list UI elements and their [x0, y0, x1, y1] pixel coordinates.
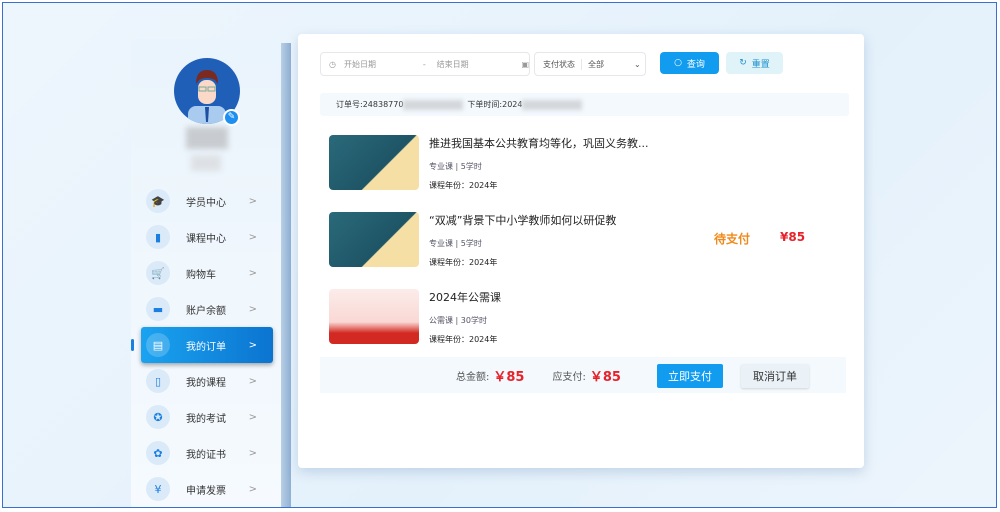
payment-status-select[interactable]: 支付状态 全部 ⌄	[534, 52, 646, 76]
sidebar-item-label: 我的考试	[186, 413, 226, 425]
payment-status-label: 支付状态	[543, 58, 582, 70]
course-item[interactable]: 推进我国基本公共教育均等化，巩固义务教... 专业课 | 5学时 课程年份：2024…	[329, 135, 649, 191]
order-time-redacted	[522, 99, 583, 110]
chevron-right-icon: >	[248, 339, 257, 351]
payment-status-value: 全部	[588, 59, 604, 69]
course-title[interactable]: 2024年公需课	[429, 289, 659, 305]
start-date-input[interactable]: 开始日期	[344, 59, 423, 70]
exam-icon: ✪	[146, 405, 170, 429]
pay-now-button[interactable]: 立即支付	[657, 364, 723, 388]
search-icon: ○	[674, 58, 682, 68]
course-thumbnail[interactable]	[329, 135, 419, 190]
course-item[interactable]: “双减”背景下中小学教师如何以研促教 专业课 | 5学时 课程年份：2024年	[329, 212, 629, 268]
chevron-right-icon: >	[248, 375, 257, 387]
order-status: 待支付	[714, 232, 751, 246]
order-header: 订单号: 24838770 下单时间: 2024	[320, 93, 849, 116]
invoice-icon: ¥	[146, 477, 170, 501]
order-footer: 总金额: ￥85 应支付: ￥85 立即支付 取消订单	[320, 357, 846, 393]
chevron-right-icon: >	[248, 483, 257, 495]
sidebar-item-label: 申请发票	[186, 485, 226, 497]
chevron-right-icon: >	[248, 231, 257, 243]
certificate-icon: ✿	[146, 441, 170, 465]
order-price: ¥85	[780, 230, 806, 244]
sidebar-item-student-center[interactable]: 🎓 学员中心 >	[141, 183, 273, 219]
clock-icon: ◷	[329, 59, 336, 69]
username-redacted	[186, 127, 228, 149]
order-number-label: 订单号:	[336, 100, 363, 109]
sidebar-nav: 🎓 学员中心 > ▮ 课程中心 > 🛒 购物车 > ▬ 账户余额 > ▤ 我的订单 > ▯ 我的课程 >…	[131, 183, 273, 507]
sidebar-item-label: 学员中心	[186, 197, 226, 209]
sidebar-item-my-courses[interactable]: ▯ 我的课程 >	[141, 363, 273, 399]
sidebar-item-label: 我的订单	[186, 341, 226, 353]
order-time-label: 下单时间:	[467, 100, 503, 109]
course-year: 课程年份：2024年	[429, 258, 498, 267]
course-meta: 专业课 | 5学时	[429, 239, 482, 248]
course-meta: 专业课 | 5学时	[429, 162, 482, 171]
open-book-icon: ▯	[146, 369, 170, 393]
chevron-down-icon: ⌄	[634, 59, 641, 69]
order-time: 2024	[502, 100, 523, 109]
sidebar-item-label: 我的课程	[186, 377, 226, 389]
order-number-redacted	[403, 99, 464, 110]
active-marker	[131, 339, 134, 351]
course-meta: 公需课 | 30学时	[429, 316, 487, 325]
date-separator: -	[422, 59, 426, 69]
graduation-cap-icon: 🎓	[146, 189, 170, 213]
sidebar-item-label: 购物车	[186, 269, 216, 281]
sidebar-item-invoice[interactable]: ¥ 申请发票 >	[141, 471, 273, 507]
document-icon: ▤	[146, 333, 170, 357]
course-year: 课程年份：2024年	[429, 181, 498, 190]
sidebar-item-my-certificates[interactable]: ✿ 我的证书 >	[141, 435, 273, 471]
search-label: 查询	[686, 59, 705, 70]
course-year: 课程年份：2024年	[429, 335, 498, 344]
page-frame: ✎ 🎓 学员中心 > ▮ 课程中心 > 🛒 购物车 > ▬ 账户余额 > ▤ 我的订单 > ▯ 我的课…	[2, 2, 997, 508]
sidebar-item-my-exams[interactable]: ✪ 我的考试 >	[141, 399, 273, 435]
payable-amount: ￥85	[589, 369, 621, 385]
sidebar-item-label: 账户余额	[186, 305, 226, 317]
payable-label: 应支付:	[552, 371, 586, 383]
course-title[interactable]: 推进我国基本公共教育均等化，巩固义务教...	[429, 135, 659, 151]
chevron-right-icon: >	[248, 447, 257, 459]
cancel-order-button[interactable]: 取消订单	[741, 364, 809, 388]
total-amount: ￥85	[493, 369, 525, 385]
cart-icon: 🛒	[146, 261, 170, 285]
refresh-icon: ↻	[739, 58, 747, 68]
sidebar-edge	[281, 43, 291, 507]
course-item[interactable]: 2024年公需课 公需课 | 30学时 课程年份：2024年	[329, 289, 629, 345]
sidebar-item-cart[interactable]: 🛒 购物车 >	[141, 255, 273, 291]
sidebar-item-label: 我的证书	[186, 449, 226, 461]
wallet-icon: ▬	[146, 297, 170, 321]
course-title[interactable]: “双减”背景下中小学教师如何以研促教	[429, 212, 659, 228]
calendar-icon: ▣	[521, 59, 529, 69]
chevron-right-icon: >	[248, 411, 257, 423]
reset-button[interactable]: ↻ 重置	[726, 52, 783, 74]
end-date-input[interactable]: 结束日期	[437, 59, 522, 70]
total-label: 总金额:	[456, 371, 490, 383]
reset-label: 重置	[751, 59, 770, 70]
sidebar-item-my-orders[interactable]: ▤ 我的订单 >	[131, 327, 273, 363]
orders-panel: ◷ 开始日期 - 结束日期 ▣ 支付状态 全部 ⌄ ○ 查询 ↻ 重置 订单号: 2…	[298, 34, 864, 468]
sidebar-item-balance[interactable]: ▬ 账户余额 >	[141, 291, 273, 327]
chevron-right-icon: >	[248, 267, 257, 279]
sidebar: ✎ 🎓 学员中心 > ▮ 课程中心 > 🛒 购物车 > ▬ 账户余额 > ▤ 我的订单 > ▯ 我的课…	[131, 39, 281, 507]
order-number: 24838770	[362, 100, 404, 109]
search-button[interactable]: ○ 查询	[660, 52, 719, 74]
course-thumbnail[interactable]	[329, 289, 419, 344]
user-info-redacted	[191, 155, 221, 171]
chevron-right-icon: >	[248, 195, 257, 207]
date-range-picker[interactable]: ◷ 开始日期 - 结束日期 ▣	[320, 52, 530, 76]
chevron-right-icon: >	[248, 303, 257, 315]
course-thumbnail[interactable]	[329, 212, 419, 267]
sidebar-item-course-center[interactable]: ▮ 课程中心 >	[141, 219, 273, 255]
edit-avatar-icon[interactable]: ✎	[223, 109, 240, 126]
book-icon: ▮	[146, 225, 170, 249]
sidebar-item-label: 课程中心	[186, 233, 226, 245]
